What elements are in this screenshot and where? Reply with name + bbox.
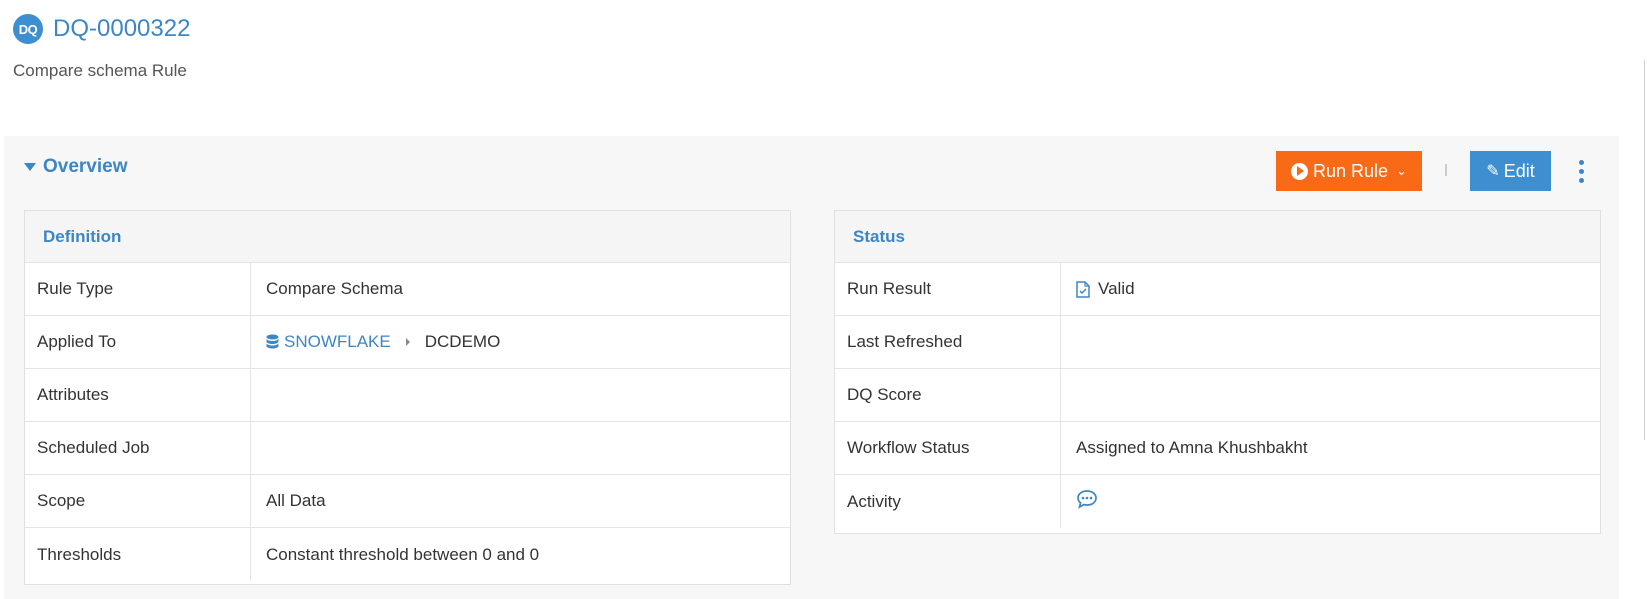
activity-value [1061, 475, 1098, 528]
field-value [1061, 369, 1076, 421]
breadcrumb-arrow-icon [405, 338, 410, 346]
field-label: Scope [25, 475, 251, 527]
document-check-icon [1076, 280, 1090, 298]
field-label: Run Result [835, 263, 1061, 315]
source-link[interactable]: SNOWFLAKE [284, 332, 391, 352]
play-circle-icon [1291, 162, 1309, 180]
table-row: Rule Type Compare Schema [25, 263, 790, 316]
pencil-icon: ✎ [1486, 163, 1500, 180]
edit-label: Edit [1503, 160, 1535, 181]
table-row: Applied To SNOWFLAKE DCDEMO [25, 316, 790, 369]
edit-button[interactable]: ✎ Edit [1470, 151, 1551, 191]
table-row: Scope All Data [25, 475, 790, 528]
overview-panel: Overview Run Rule ⌄ ✎ Edit Definition Ru… [4, 136, 1619, 599]
field-value [251, 422, 266, 474]
run-rule-label: Run Rule [1313, 160, 1389, 181]
toolbar-divider [1445, 164, 1447, 176]
table-row: Activity [835, 475, 1600, 528]
definition-title: Definition [25, 211, 790, 263]
field-label: Rule Type [25, 263, 251, 315]
comment-icon[interactable] [1076, 489, 1098, 514]
field-label: Thresholds [25, 528, 251, 581]
field-label: Last Refreshed [835, 316, 1061, 368]
dq-badge-icon: DQ [13, 14, 43, 44]
field-label: Activity [835, 475, 1061, 528]
page-subtitle: Compare schema Rule [13, 61, 187, 80]
scrollbar-edge [1644, 60, 1645, 440]
table-row: Last Refreshed [835, 316, 1600, 369]
field-value [1061, 316, 1076, 368]
run-result-value: Valid [1061, 263, 1135, 315]
title-row: DQ DQ-0000322 [13, 14, 190, 44]
run-result-text: Valid [1098, 279, 1135, 298]
caret-down-icon [24, 163, 36, 171]
definition-card: Definition Rule Type Compare Schema Appl… [24, 210, 791, 585]
table-row: Run Result Valid [835, 263, 1600, 316]
database-icon [266, 334, 279, 350]
field-value: All Data [266, 491, 326, 510]
applied-to-breadcrumb: SNOWFLAKE DCDEMO [251, 316, 500, 368]
chevron-down-icon[interactable]: ⌄ [1396, 163, 1407, 179]
field-label: Workflow Status [835, 422, 1061, 474]
field-label: Scheduled Job [25, 422, 251, 474]
field-value: Compare Schema [266, 279, 404, 298]
status-card: Status Run Result Valid Last Refreshed D… [834, 210, 1601, 534]
overview-toggle[interactable]: Overview [24, 156, 128, 178]
table-row: Attributes [25, 369, 790, 422]
overview-label: Overview [43, 156, 128, 177]
field-value: Assigned to Amna Khushbakht [1076, 438, 1308, 457]
more-options-icon[interactable] [1571, 154, 1591, 188]
table-row: Workflow Status Assigned to Amna Khushba… [835, 422, 1600, 475]
table-row: DQ Score [835, 369, 1600, 422]
field-value [251, 369, 266, 421]
field-label: Attributes [25, 369, 251, 421]
page-title: DQ-0000322 [53, 15, 191, 42]
field-label: DQ Score [835, 369, 1061, 421]
table-row: Scheduled Job [25, 422, 790, 475]
field-label: Applied To [25, 316, 251, 368]
page-header: DQ DQ-0000322 Compare schema Rule [13, 14, 190, 81]
field-value: Constant threshold between 0 and 0 [266, 544, 540, 564]
status-title: Status [835, 211, 1600, 263]
table-row: Thresholds Constant threshold between 0 … [25, 528, 790, 581]
run-rule-button[interactable]: Run Rule ⌄ [1276, 151, 1422, 191]
target-name: DCDEMO [424, 332, 501, 351]
